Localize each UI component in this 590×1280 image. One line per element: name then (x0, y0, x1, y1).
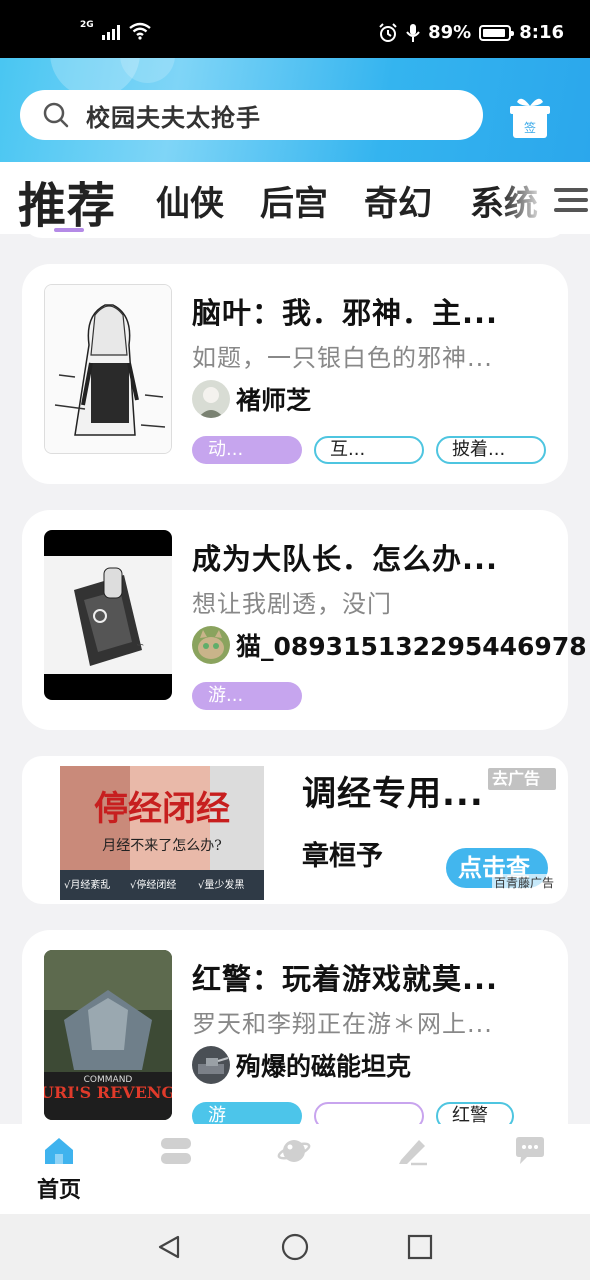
tag-list: 游... (192, 682, 302, 710)
ad-image: 停经闭经 月经不来了怎么办? √月经紊乱 √停经闭经 √量少发黑 (60, 766, 264, 900)
avatar (192, 380, 230, 418)
bottom-nav: 首页 (0, 1124, 590, 1214)
ad-author: 章桓予 (302, 841, 383, 872)
author-row: 猫_089315132295446978 (192, 626, 587, 664)
write-pencil-icon (399, 1140, 427, 1166)
book-title: 脑叶：我．邪神．主... (192, 296, 499, 330)
header: 校园夫夫太抢手 签 (0, 58, 590, 162)
book-title: 红警：玩着游戏就莫... (192, 962, 499, 996)
nav-category[interactable] (146, 1136, 206, 1206)
svg-text:YURI'S REVENGE: YURI'S REVENGE (44, 1083, 172, 1102)
ad-title: 调经专用... (302, 774, 484, 814)
system-navigation-bar (0, 1214, 590, 1280)
home-icon (45, 1138, 73, 1164)
book-card[interactable]: ∽ 成为大队长．怎么办... 想让我剧透，没门 猫_08931513229544… (22, 510, 587, 730)
search-bar[interactable]: 校园夫夫太抢手 (20, 90, 483, 140)
book-feed: 脑叶：我．邪神．主... 如题，一只银白色的邪神... 褚师芝 动... 互..… (0, 234, 590, 1124)
signal-icon (101, 24, 120, 40)
tag-list: 游 红警 (192, 1102, 514, 1124)
ad-image-subline: 月经不来了怎么办? (102, 838, 222, 854)
ad-source-label: 百青藤广告 (492, 874, 557, 891)
avatar (192, 626, 230, 664)
sign-label: 签 (524, 120, 536, 135)
book-description: 如题，一只银白色的邪神... (192, 344, 493, 372)
ad-image-headline: 停经闭经 (94, 789, 230, 829)
author-name: 殉爆的磁能坦克 (236, 1052, 412, 1081)
nav-home[interactable]: 首页 (29, 1136, 89, 1206)
svg-text:COMMAND: COMMAND (84, 1075, 133, 1085)
book-card[interactable]: YURI'S REVENGE COMMAND 红警：玩着游戏就莫... 罗天和李… (22, 930, 568, 1124)
status-bar: 2G 89% 8:16 (0, 0, 590, 58)
search-placeholder: 校园夫夫太抢手 (86, 103, 261, 132)
svg-text:∽: ∽ (136, 640, 144, 651)
author-name: 猫_089315132295446978 (236, 632, 587, 661)
tag[interactable]: 披着... (436, 436, 546, 464)
book-description: 想让我剧透，没门 (192, 590, 392, 618)
previous-card-edge (22, 234, 568, 238)
tag[interactable]: 红警 (436, 1102, 514, 1124)
book-card[interactable]: 脑叶：我．邪神．主... 如题，一只银白色的邪神... 褚师芝 动... 互..… (22, 264, 568, 484)
microphone-icon (406, 23, 420, 42)
tag-list: 动... 互... 披着... (192, 436, 546, 464)
ad-image-point: √停经闭经 (130, 878, 176, 891)
tag[interactable]: 互... (314, 436, 424, 464)
nav-home-label: 首页 (36, 1178, 81, 1203)
tag[interactable]: 游 (192, 1102, 302, 1124)
search-icon (43, 102, 69, 128)
tab-recommend[interactable]: 推荐 (18, 166, 116, 236)
nav-write[interactable] (382, 1136, 442, 1206)
tab-fantasy[interactable]: 奇幻 (364, 176, 432, 225)
ad-close-button[interactable]: 去广告 (488, 768, 556, 790)
network-type: 2G (80, 20, 94, 30)
sign-in-gift-icon[interactable]: 签 (505, 94, 555, 140)
ad-image-point: √月经紊乱 (64, 878, 110, 891)
tab-xianxia[interactable]: 仙侠 (156, 176, 224, 225)
battery-percent: 89% (428, 22, 472, 43)
book-cover (44, 284, 172, 454)
book-cover: YURI'S REVENGE COMMAND (44, 950, 172, 1120)
active-tab-indicator (54, 228, 84, 232)
author-name: 褚师芝 (236, 386, 312, 415)
message-icon (516, 1137, 544, 1164)
alarm-icon (379, 22, 397, 42)
book-description: 罗天和李翔正在游＊网上... (192, 1010, 493, 1038)
nav-discover[interactable] (264, 1136, 324, 1206)
tabs-fade (500, 162, 548, 234)
tag[interactable] (314, 1102, 424, 1124)
book-title: 成为大队长．怎么办... (192, 542, 499, 576)
ad-image-point: √量少发黑 (198, 878, 244, 891)
author-row: 褚师芝 (192, 380, 311, 418)
clock: 8:16 (519, 22, 564, 43)
tag[interactable]: 游... (192, 682, 302, 710)
back-icon[interactable] (156, 1234, 182, 1260)
avatar (192, 1046, 230, 1084)
discover-planet-icon (277, 1140, 311, 1162)
menu-icon[interactable] (550, 182, 590, 218)
book-cover: ∽ (44, 530, 172, 700)
category-tabs: 推荐 仙侠 后宫 奇幻 系统 (0, 162, 590, 234)
home-circle-icon[interactable] (281, 1233, 309, 1261)
tag[interactable]: 动... (192, 436, 302, 464)
ad-card[interactable]: 停经闭经 月经不来了怎么办? √月经紊乱 √停经闭经 √量少发黑 调经专用...… (22, 756, 568, 904)
author-row: 殉爆的磁能坦克 (192, 1046, 411, 1084)
category-icon (161, 1138, 191, 1164)
tab-harem[interactable]: 后宫 (260, 176, 328, 225)
battery-icon (479, 24, 515, 41)
nav-message[interactable] (500, 1136, 560, 1206)
wifi-icon (128, 22, 151, 40)
recent-apps-icon[interactable] (407, 1234, 433, 1260)
